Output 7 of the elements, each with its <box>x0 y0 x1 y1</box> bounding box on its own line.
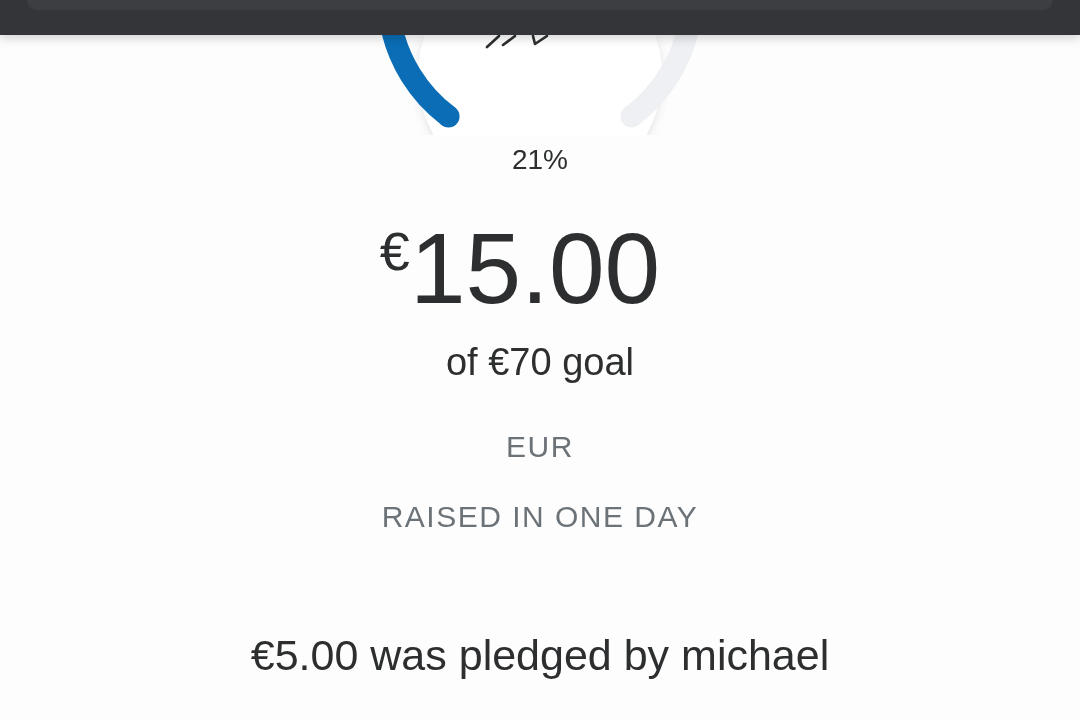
currency-code: EUR <box>506 432 574 462</box>
goal-text: of €70 goal <box>445 343 635 381</box>
pledge-message: €5.00 was pledged by michael <box>250 634 830 677</box>
progress-percent: 21% <box>511 146 568 174</box>
currency-symbol: € <box>379 224 410 278</box>
amount-value: 15.00 <box>409 218 661 318</box>
raised-caption: RAISED IN ONE DAY <box>381 502 699 532</box>
